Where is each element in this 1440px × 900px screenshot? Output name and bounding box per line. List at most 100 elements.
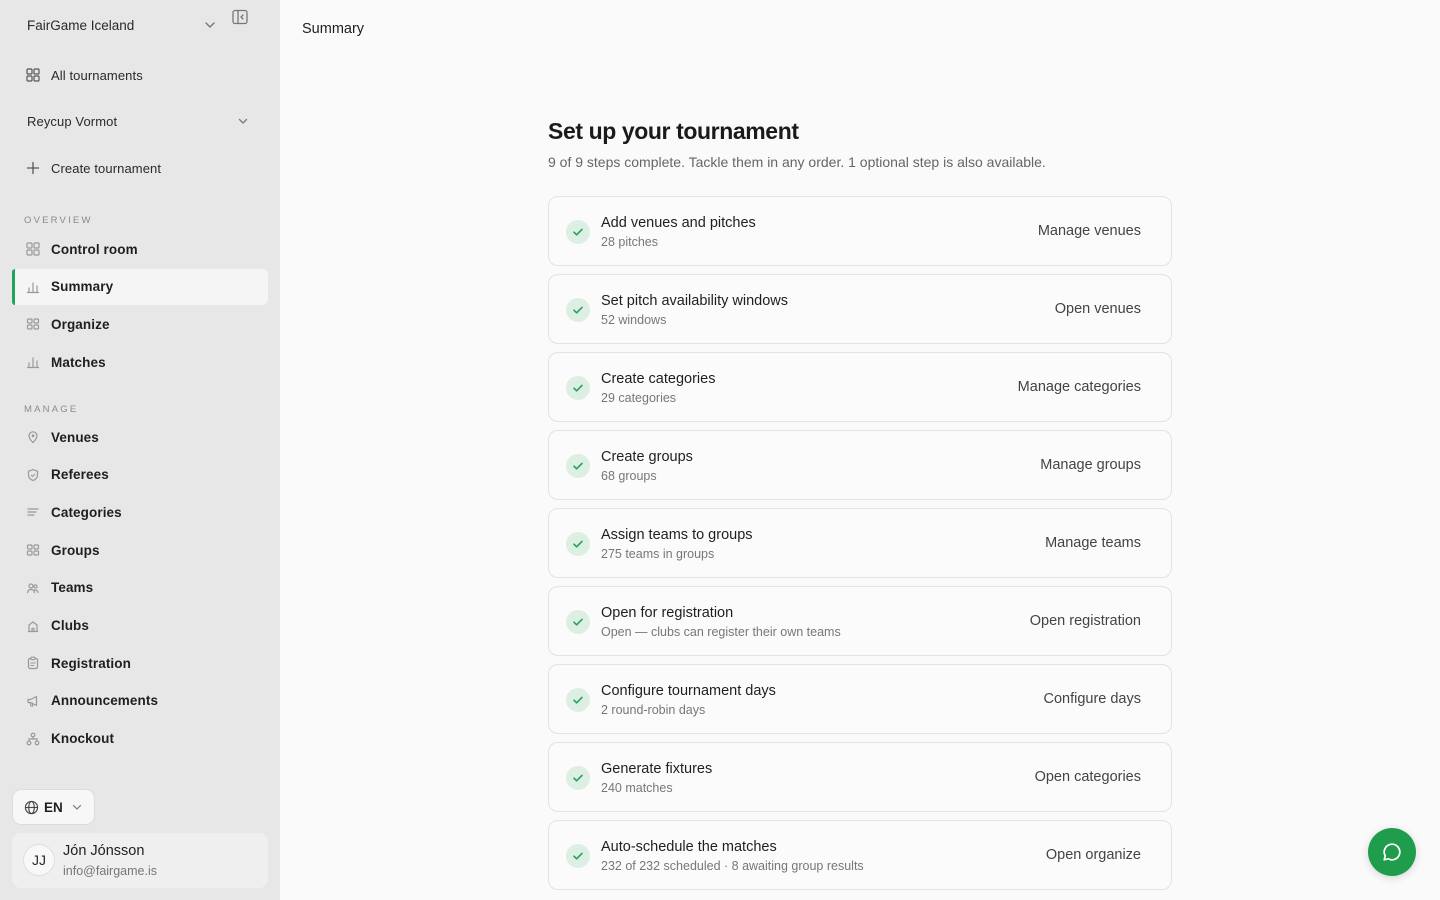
sidebar-item-control-room[interactable]: Control room [12,231,268,267]
sidebar-item-referees[interactable]: Referees [12,457,268,493]
bar-chart-icon [26,282,40,293]
grid-icon [26,318,40,330]
sidebar-item-matches[interactable]: Matches [12,344,268,380]
step-action-link[interactable]: Open venues [1055,301,1141,317]
megaphone-icon [27,695,38,707]
grid-icon [26,544,40,556]
step-title: Create groups [601,449,693,465]
sidebar-item-label: Venues [51,429,99,445]
setup-step-card: Set pitch availability windows 52 windows… [548,274,1172,344]
step-action-link[interactable]: Manage groups [1040,457,1141,473]
user-email: info@fairgame.is [63,864,157,878]
check-icon [566,766,590,790]
check-icon [566,532,590,556]
sidebar-item-clubs[interactable]: Clubs [12,608,268,644]
all-tournaments-link[interactable]: All tournaments [12,57,268,93]
chevron-down-icon [72,804,82,810]
avatar: JJ [23,844,55,876]
user-menu[interactable]: JJ Jón Jónsson info@fairgame.is [12,833,268,888]
chat-button[interactable] [1368,828,1416,876]
check-icon [566,298,590,322]
map-pin-icon [28,431,38,444]
sidebar-item-label: Summary [51,279,114,295]
step-subtitle: 68 groups [601,469,657,483]
step-action-link[interactable]: Manage teams [1045,535,1141,551]
step-title: Configure tournament days [601,683,776,699]
language-switcher[interactable]: EN [12,789,95,825]
setup-step-card: Configure tournament days 2 round-robin d… [548,664,1172,734]
org-switcher[interactable]: FairGame Iceland [12,8,268,42]
building-icon [28,620,38,632]
setup-heading: Set up your tournament [548,118,799,144]
sidebar-item-venues[interactable]: Venues [12,419,268,455]
sidebar-item-label: Categories [51,504,122,520]
sidebar-item-label: Announcements [51,693,159,709]
chat-bubble-icon [1383,843,1401,861]
sidebar-item-registration[interactable]: Registration [12,645,268,681]
setup-step-card: Add venues and pitches 28 pitches Manage v… [548,196,1172,266]
sidebar-item-teams[interactable]: Teams [12,570,268,606]
user-name: Jón Jónsson [63,843,145,859]
step-subtitle: 29 categories [601,391,677,405]
sidebar-item-label: Control room [51,241,138,257]
sidebar-item-label: Clubs [51,618,90,633]
create-tournament-label: Create tournament [51,160,162,176]
check-icon [566,454,590,478]
step-action-link[interactable]: Open organize [1046,847,1141,863]
check-icon [566,376,590,400]
step-title: Set pitch availability windows [601,293,788,309]
step-subtitle: 275 teams in groups [601,547,715,561]
sidebar-item-label: Matches [51,354,106,370]
globe-icon [24,800,39,815]
sidebar-collapse-icon[interactable] [231,8,249,26]
setup-step-card: Open for registration Open — clubs can re… [548,586,1172,656]
step-action-link[interactable]: Open registration [1030,613,1141,629]
setup-subheading: 9 of 9 steps complete. Tackle them in an… [548,154,1046,170]
step-title: Add venues and pitches [601,215,756,231]
step-action-link[interactable]: Configure days [1043,691,1141,707]
sidebar-item-knockout[interactable]: Knockout [12,721,268,757]
sidebar-item-organize[interactable]: Organize [12,306,268,342]
step-title: Auto-schedule the matches [601,839,777,855]
dashboard-icon [26,242,40,256]
clipboard-icon [27,656,39,670]
bar-chart-icon [26,357,40,369]
step-title: Generate fixtures [601,761,713,777]
shield-icon [27,468,39,481]
step-subtitle: 28 pitches [601,235,658,249]
page-title: Summary [302,21,365,37]
sidebar-item-categories[interactable]: Categories [12,494,268,530]
check-icon [566,220,590,244]
language-code: EN [44,800,63,815]
check-icon [566,844,590,868]
step-action-link[interactable]: Manage categories [1018,379,1141,395]
sidebar-item-groups[interactable]: Groups [12,532,268,568]
all-tournaments-label: All tournaments [51,67,143,83]
sidebar-item-summary[interactable]: Summary [12,268,268,305]
chevron-down-icon [238,118,248,124]
sidebar-item-announcements[interactable]: Announcements [12,683,268,719]
step-title: Create categories [601,371,716,387]
setup-step-card: Auto-schedule the matches 232 of 232 sche… [548,820,1172,890]
step-action-link[interactable]: Open categories [1035,769,1141,785]
tournament-select[interactable]: Reycup Vormot [12,103,268,139]
sidebar-item-label: Teams [51,580,94,596]
step-action-link[interactable]: Manage venues [1038,223,1141,239]
list-icon [27,508,39,516]
chevron-down-icon [205,22,215,28]
section-label-overview: OVERVIEW [24,215,93,226]
step-title: Assign teams to groups [601,527,753,543]
sidebar-item-label: Groups [51,542,100,558]
section-label-manage: MANAGE [24,404,79,415]
step-subtitle: 240 matches [601,781,673,795]
sidebar-item-label: Knockout [51,731,115,747]
setup-step-card: Assign teams to groups 275 teams in group… [548,508,1172,578]
check-icon [566,688,590,712]
users-icon [26,583,39,593]
step-subtitle: 2 round-robin days [601,703,706,717]
step-subtitle: 52 windows [601,313,667,327]
bracket-icon [26,732,40,745]
step-subtitle: Open — clubs can register their own team… [601,625,841,639]
sidebar-item-label: Referees [51,467,109,483]
create-tournament-button[interactable]: Create tournament [12,150,268,186]
